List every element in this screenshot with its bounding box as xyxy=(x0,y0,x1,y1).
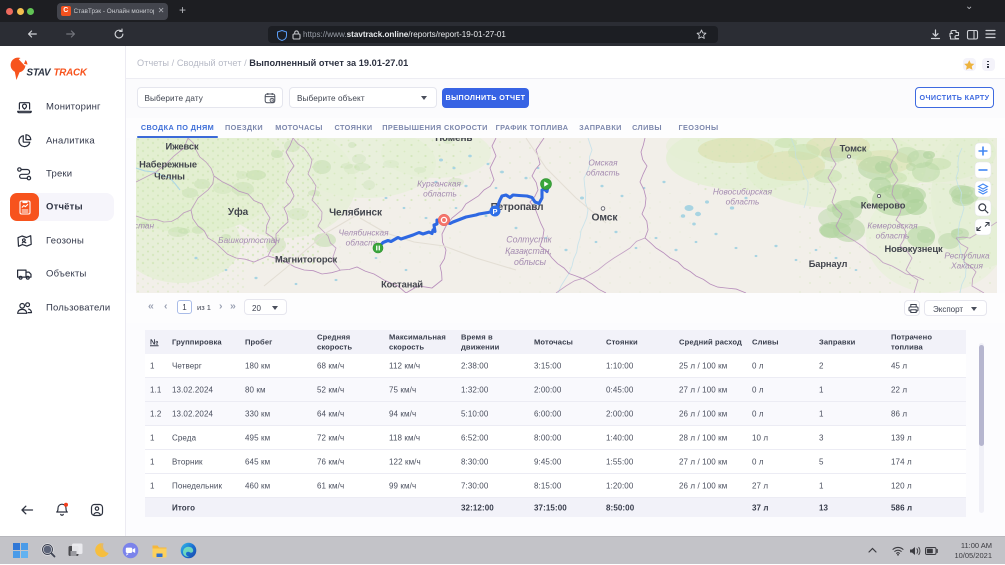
svg-text:Новосибирская: Новосибирская xyxy=(713,187,773,197)
svg-text:Набережные: Набережные xyxy=(139,160,197,170)
svg-text:P: P xyxy=(492,207,497,216)
svg-text:облысы: облысы xyxy=(514,257,546,267)
svg-text:Башкортостан: Башкортостан xyxy=(218,235,280,245)
svg-text:Тюмень: Тюмень xyxy=(434,138,473,144)
svg-text:Хакасия: Хакасия xyxy=(950,261,983,271)
svg-text:Ижевск: Ижевск xyxy=(165,142,198,152)
svg-text:Барнаул: Барнаул xyxy=(809,259,848,269)
svg-text:область: область xyxy=(423,189,457,199)
svg-text:стан: стан xyxy=(136,221,155,231)
svg-text:Томск: Томск xyxy=(840,144,867,154)
svg-text:Новокузнецк: Новокузнецк xyxy=(884,244,942,254)
svg-text:Солтустік: Солтустік xyxy=(506,235,552,245)
svg-text:область: область xyxy=(726,197,760,207)
svg-text:Челябинск: Челябинск xyxy=(329,207,383,219)
svg-text:область: область xyxy=(876,231,910,241)
svg-text:область: область xyxy=(586,168,620,178)
svg-text:Челны: Челны xyxy=(154,172,185,182)
svg-text:Қазақстан,: Қазақстан, xyxy=(505,246,552,256)
svg-text:Республика: Республика xyxy=(944,251,990,261)
svg-text:Кемеровская: Кемеровская xyxy=(867,221,918,231)
svg-text:Курганская: Курганская xyxy=(417,179,461,189)
svg-text:Уфа: Уфа xyxy=(228,206,249,218)
svg-text:TRACK: TRACK xyxy=(54,68,88,79)
svg-text:Челябинская: Челябинская xyxy=(339,228,390,238)
svg-text:Омская: Омская xyxy=(588,158,618,168)
svg-text:STAV: STAV xyxy=(27,68,53,79)
svg-text:Кемерово: Кемерово xyxy=(861,201,906,211)
svg-text:Магнитогорск: Магнитогорск xyxy=(275,255,338,265)
svg-text:Костанай: Костанай xyxy=(381,280,423,290)
svg-text:Омск: Омск xyxy=(592,213,619,224)
